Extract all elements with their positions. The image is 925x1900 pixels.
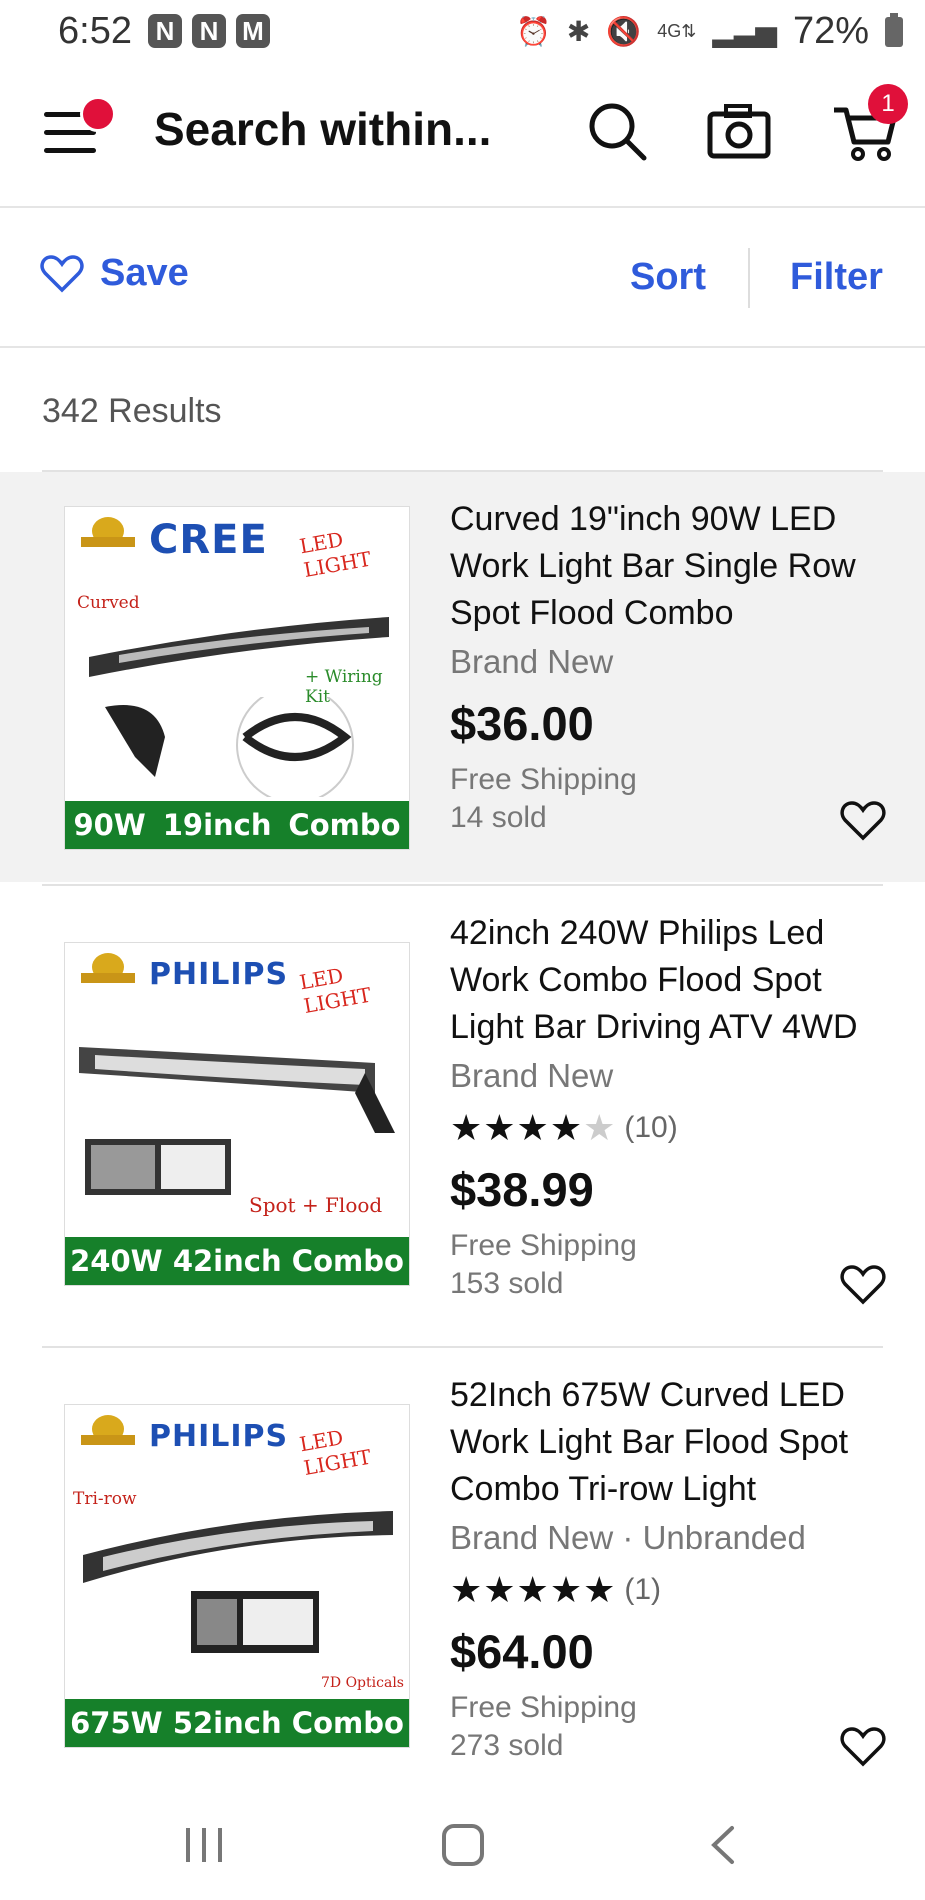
results-count: 342 Results xyxy=(42,392,222,430)
notification-dot xyxy=(80,96,116,132)
medal-icon xyxy=(81,953,135,983)
status-right: ⏰ ✱ 🔇 4G⇅ ▂▃▅ 72% xyxy=(516,10,903,53)
image-banner: 675W 52inch Combo xyxy=(65,1699,409,1747)
item-title[interactable]: 42inch 240W Philips Led Work Combo Flood… xyxy=(450,910,890,1051)
product-image[interactable]: PHILIPS LED LIGHT Spot + Flood 240W 42in… xyxy=(64,942,410,1286)
item-info: 42inch 240W Philips Led Work Combo Flood… xyxy=(450,910,890,1303)
item-info: 52Inch 675W Curved LED Work Light Bar Fl… xyxy=(450,1372,890,1765)
bluetooth-icon: ✱ xyxy=(566,16,591,47)
product-image[interactable]: PHILIPS LED LIGHT Tri-row 7D Opticals 67… xyxy=(64,1404,410,1748)
light-module-illustration xyxy=(85,1139,231,1195)
image-tag: Spot + Flood xyxy=(249,1193,383,1217)
status-time: 6:52 xyxy=(58,10,132,52)
led-light-text: LED LIGHT xyxy=(297,963,373,1019)
n-icon: N xyxy=(148,14,182,48)
filter-button[interactable]: Filter xyxy=(790,256,883,299)
item-sold: 153 sold xyxy=(450,1267,564,1300)
back-icon[interactable] xyxy=(704,1822,744,1868)
search-field[interactable]: Search within... xyxy=(154,102,491,156)
save-label: Save xyxy=(100,252,189,294)
save-search-button[interactable]: Save xyxy=(40,252,189,295)
item-shipping: Free Shipping xyxy=(450,763,637,796)
brand-logo: PHILIPS xyxy=(149,957,289,992)
item-condition: Brand New · Unbranded xyxy=(450,1519,806,1556)
battery-icon xyxy=(885,12,903,47)
item-price: $38.99 xyxy=(450,1163,594,1216)
led-light-text: LED LIGHT xyxy=(297,1425,373,1481)
light-module-illustration xyxy=(191,1591,319,1653)
recents-icon[interactable] xyxy=(180,1822,230,1868)
light-bar-illustration xyxy=(83,1511,393,1583)
item-condition: Brand New xyxy=(450,1057,614,1094)
image-banner: 240W 42inch Combo xyxy=(65,1237,409,1285)
item-sold: 14 sold xyxy=(450,801,547,834)
item-rating: ★★★★★ (1) xyxy=(450,1567,890,1613)
gmail-icon: M xyxy=(236,14,270,48)
star-rating-icon: ★★★★★ xyxy=(450,1569,617,1610)
n-icon: N xyxy=(192,14,226,48)
alarm-icon: ⏰ xyxy=(516,16,551,47)
watch-heart-icon[interactable] xyxy=(840,800,886,842)
item-price: $36.00 xyxy=(450,697,594,750)
divider xyxy=(748,248,750,308)
medal-icon xyxy=(81,1415,135,1445)
item-info: Curved 19"inch 90W LED Work Light Bar Si… xyxy=(450,496,890,837)
watch-heart-icon[interactable] xyxy=(840,1264,886,1306)
item-price: $64.00 xyxy=(450,1625,594,1678)
rating-count: (10) xyxy=(624,1111,678,1144)
light-bar-illustration xyxy=(79,1047,395,1133)
search-icon[interactable] xyxy=(582,96,652,166)
cart-count-badge: 1 xyxy=(868,84,908,124)
status-bar: 6:52 N N M ⏰ ✱ 🔇 4G⇅ ▂▃▅ 72% xyxy=(0,0,925,66)
rating-count: (1) xyxy=(624,1573,662,1606)
menu-button[interactable] xyxy=(44,96,116,162)
system-nav-bar xyxy=(0,1794,925,1900)
product-image[interactable]: CREE LED LIGHT Curved + Wiring Kit 90W 1… xyxy=(64,506,410,850)
accessories-illustration xyxy=(105,697,354,797)
medal-icon xyxy=(81,517,135,547)
notification-icons: N N M xyxy=(148,14,270,48)
image-tag: 7D Opticals xyxy=(321,1675,404,1691)
image-banner: 90W 19inch Combo xyxy=(65,801,409,849)
list-item[interactable]: PHILIPS LED LIGHT Spot + Flood 240W 42in… xyxy=(0,886,925,1346)
action-bar: Save Sort Filter xyxy=(0,208,925,348)
item-sold: 273 sold xyxy=(450,1729,564,1762)
list-item[interactable]: PHILIPS LED LIGHT Tri-row 7D Opticals 67… xyxy=(0,1348,925,1788)
list-item[interactable]: CREE LED LIGHT Curved + Wiring Kit 90W 1… xyxy=(0,472,925,882)
app-header: Search within... 1 xyxy=(0,66,925,208)
item-title[interactable]: 52Inch 675W Curved LED Work Light Bar Fl… xyxy=(450,1372,890,1513)
battery-percent: 72% xyxy=(792,10,869,52)
brand-logo: PHILIPS xyxy=(149,1419,289,1454)
led-light-text: LED LIGHT xyxy=(297,527,373,583)
item-condition: Brand New xyxy=(450,643,614,680)
mute-icon: 🔇 xyxy=(606,16,642,47)
item-shipping: Free Shipping xyxy=(450,1691,637,1724)
watch-heart-icon[interactable] xyxy=(840,1726,886,1768)
home-icon[interactable] xyxy=(440,1822,486,1868)
signal-icon: ▂▃▅ xyxy=(712,16,777,47)
item-shipping: Free Shipping xyxy=(450,1229,637,1262)
sort-button[interactable]: Sort xyxy=(630,256,706,299)
lte-icon: 4G⇅ xyxy=(657,21,697,41)
item-rating: ★★★★★ (10) xyxy=(450,1105,890,1151)
heart-outline-icon xyxy=(40,254,84,292)
star-rating-icon: ★★★★★ xyxy=(450,1107,617,1148)
camera-icon[interactable] xyxy=(704,96,774,166)
item-title[interactable]: Curved 19"inch 90W LED Work Light Bar Si… xyxy=(450,496,890,637)
brand-logo: CREE xyxy=(149,517,268,563)
